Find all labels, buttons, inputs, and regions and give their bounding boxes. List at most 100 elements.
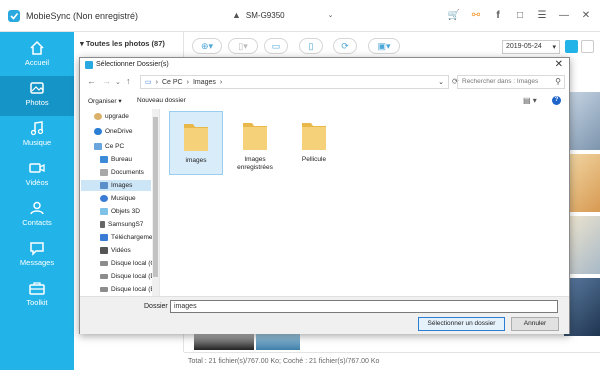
documents-icon [100,169,108,176]
toolbox-button[interactable]: ▣▾ [368,38,400,54]
android-icon: ▲ [232,10,241,20]
search-input[interactable]: Rechercher dans : Images ⚲ [457,75,565,89]
briefcase-icon: ▣▾ [377,40,391,51]
plus-icon: ⊕▾ [200,40,214,51]
minimize-icon[interactable]: — [558,8,570,22]
monitor-icon: ▭ [271,40,281,51]
contacts-icon [30,201,44,215]
breadcrumb-item[interactable]: Ce PC [162,79,183,86]
organize-button[interactable]: Organiser ▾ [88,97,122,105]
facebook-icon[interactable]: f [492,8,504,22]
search-icon: ⚲ [555,77,561,86]
phone-icon: ▯ [308,40,314,51]
breadcrumb-separator: › [155,78,158,86]
scrollbar-thumb[interactable] [153,117,158,277]
main-toolbar: ⊕▾ ▯▾ ▭ ▯ ⟳ ▣▾ 2019-05-24 ▾ [184,34,600,58]
music-folder-icon [100,195,108,202]
date-filter[interactable]: 2019-05-24 ▾ [502,40,560,54]
chevron-down-icon[interactable]: ⌄ [438,78,444,86]
tree-item-bureau[interactable]: Bureau [100,154,132,165]
tree-item-onedrive[interactable]: OneDrive [94,126,132,137]
sidebar-item-musique[interactable]: Musique [0,116,74,156]
close-icon[interactable]: ✕ [555,59,563,70]
sidebar-item-contacts[interactable]: Contacts [0,196,74,236]
sidebar-item-accueil[interactable]: Accueil [0,36,74,76]
export-device-button[interactable]: ▯▾ [228,38,258,54]
album-header[interactable]: ▾ Toutes les photos (87) [80,39,165,48]
drive-icon [100,287,108,292]
export-pc-button[interactable]: ▭ [264,38,288,54]
chat-icon[interactable]: □ [514,8,526,22]
tree-item-label: OneDrive [105,128,133,135]
tree-item-videos[interactable]: Vidéos [100,245,131,256]
back-icon[interactable]: ← [87,76,96,86]
add-button[interactable]: ⊕▾ [192,38,222,54]
cancel-button[interactable]: Annuler [511,317,559,331]
select-folder-button[interactable]: Sélectionner un dossier [418,317,505,331]
app-logo-icon [8,10,20,22]
tree-item-objets-3d[interactable]: Objets 3D [100,206,140,217]
help-icon[interactable]: ? [552,96,561,105]
recent-chevron-icon[interactable]: ⌄ [115,78,121,86]
dialog-navbar: ← → ⌄ ↑ ▭ › Ce PC › Images › ⌄ ⟳ Recherc… [80,74,569,90]
folder-field-label: Dossier : [144,303,172,310]
search-placeholder: Rechercher dans : Images [462,78,539,85]
app-small-icon [85,61,93,69]
view-options-icon[interactable]: ▤ ▾ [523,96,537,105]
sidebar-item-messages[interactable]: Messages [0,236,74,276]
new-folder-button[interactable]: Nouveau dossier [137,97,186,104]
sidebar-item-toolkit[interactable]: Toolkit [0,276,74,316]
folder-name-input[interactable]: images [170,300,558,313]
desktop-icon [100,156,108,163]
sidebar-item-photos[interactable]: Photos [0,76,74,116]
cart-icon[interactable]: 🛒 [448,8,460,22]
grid-view-button[interactable] [565,40,578,53]
tree-item-ce-pc[interactable]: Ce PC [94,141,124,152]
list-view-button[interactable] [581,40,594,53]
key-icon[interactable]: ⚯ [470,8,482,22]
tree-item-upgrade[interactable]: upgrade [94,111,129,122]
title-icons: 🛒 ⚯ f □ ☰ — ✕ [448,8,592,22]
sidebar-item-videos[interactable]: Vidéos [0,156,74,196]
folder-item-pellicule[interactable]: Pellicule [287,111,341,175]
music-icon [30,121,44,136]
tree-item-label: Ce PC [105,143,125,150]
date-value: 2019-05-24 [506,43,542,50]
user-icon [94,113,102,120]
up-icon[interactable]: ↑ [126,76,131,86]
messages-icon [30,242,44,256]
device-selector[interactable]: ▲ SM-G9350 ⌄ [232,10,333,20]
sidebar-item-label: Accueil [24,58,50,67]
sidebar-item-label: Vidéos [25,178,49,187]
refresh-button[interactable]: ⟳ [333,38,357,54]
tree-item-musique[interactable]: Musique [100,193,136,204]
tree-item-label: Images [111,182,133,189]
address-bar[interactable]: ▭ › Ce PC › Images › ⌄ [140,75,449,89]
tree-scrollbar[interactable] [152,109,159,296]
select-folder-dialog: Sélectionner Dossier(s) ✕ ← → ⌄ ↑ ▭ › Ce… [79,57,570,334]
folder-item-images-enregistrees[interactable]: Images enregistrées [228,111,282,175]
device-name: SM-G9350 [245,10,285,20]
menu-icon[interactable]: ☰ [536,8,548,22]
forward-icon[interactable]: → [102,76,111,86]
folder-item-images[interactable]: images [169,111,223,175]
tree-item-disk-e[interactable]: Disque local (E:) [100,284,159,295]
close-icon[interactable]: ✕ [580,8,592,22]
photo-icon [30,82,44,94]
breadcrumb-separator: › [219,78,223,86]
dialog-titlebar: Sélectionner Dossier(s) ✕ [80,58,569,72]
phone-button[interactable]: ▯ [299,38,323,54]
dialog-footer: Dossier : images Sélectionner un dossier… [80,296,569,334]
breadcrumb-item[interactable]: Images [193,79,216,86]
toolkit-icon [29,282,45,295]
video-icon [29,163,45,173]
tree-item-label: Musique [111,195,136,202]
tree-item-telechargement[interactable]: Téléchargement [100,232,158,243]
folder-tree: upgrade OneDrive Ce PC Bureau Documents … [80,109,160,296]
tree-item-samsung[interactable]: SamsungS7 [100,219,143,230]
tree-item-disk-d[interactable]: Disque local (D:) [100,271,159,282]
tree-item-images[interactable]: Images [81,180,151,191]
tree-item-documents[interactable]: Documents [100,167,144,178]
tree-item-disk-c[interactable]: Disque local (C:) [100,258,159,269]
folder-label: images [185,157,207,164]
